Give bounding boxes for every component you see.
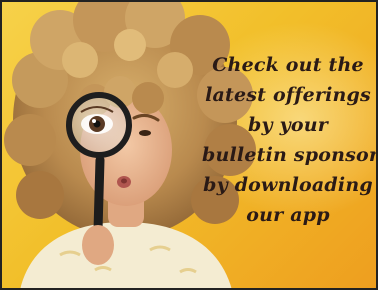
headline-line-3: by your	[248, 114, 328, 136]
sponsor-ad-banner[interactable]: Check out the latest offerings by your b…	[0, 0, 378, 290]
headline-line-2: latest offerings	[205, 84, 371, 106]
headline-line-6: our app	[246, 204, 330, 226]
headline: Check out the latest offerings by your b…	[202, 50, 378, 230]
headline-line-1: Check out the	[212, 54, 364, 76]
shirt	[20, 222, 232, 290]
headline-line-4: bulletin sponsors	[202, 144, 378, 166]
headline-line-5: by downloading	[203, 174, 373, 196]
